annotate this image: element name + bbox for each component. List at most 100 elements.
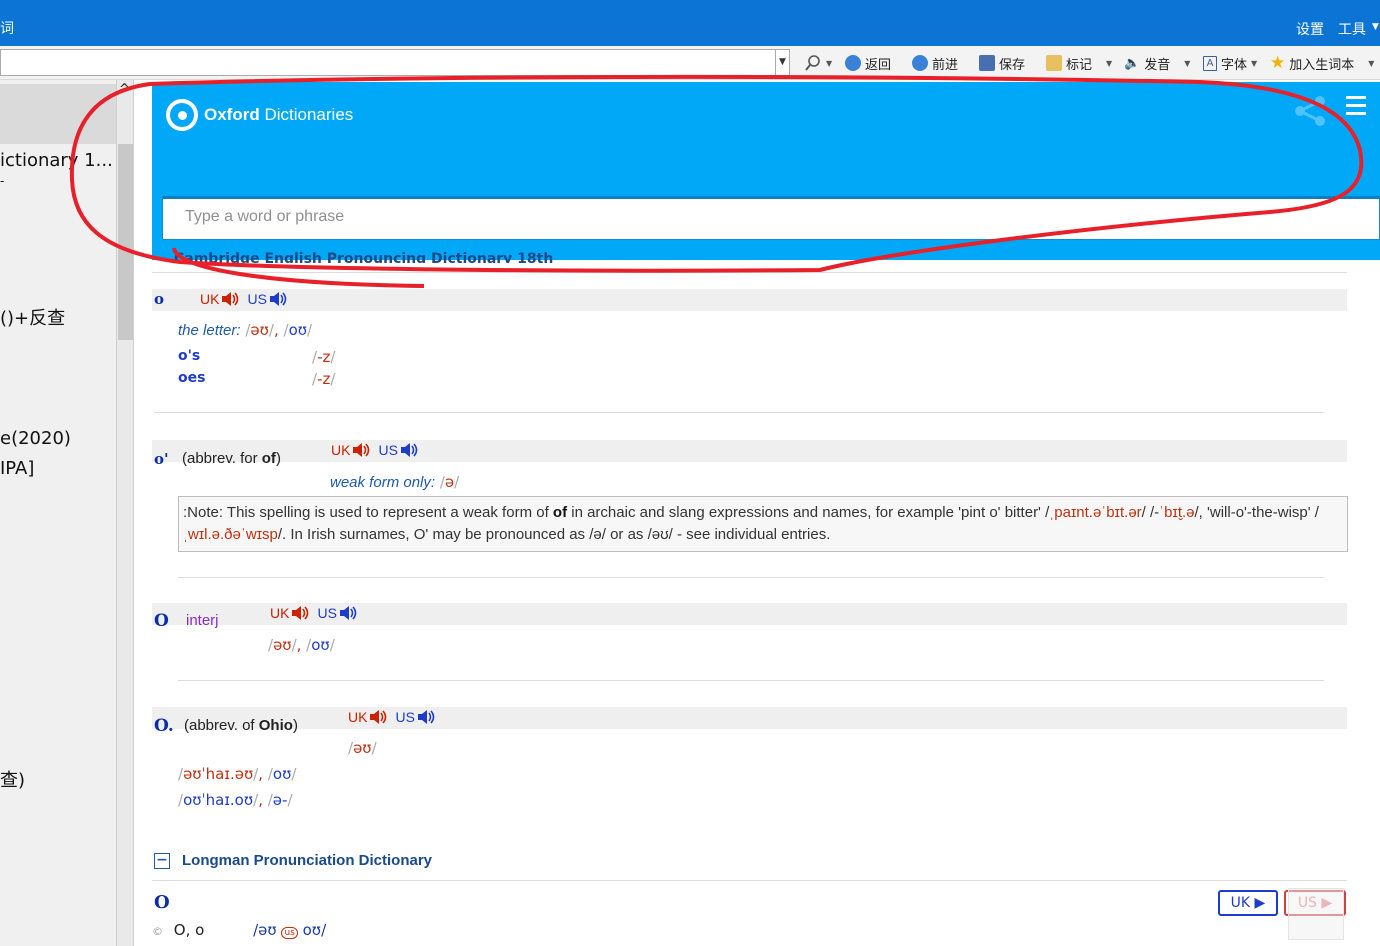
us-ipa: oʊ xyxy=(288,321,308,339)
search-button[interactable]: ▼ xyxy=(804,53,832,73)
dictionary-item[interactable]: 查) xyxy=(0,766,25,792)
mark-label: 标记 xyxy=(1066,57,1093,73)
lpd-section-header[interactable]: − Longman Pronunciation Dictionary xyxy=(154,852,432,869)
inflection-ipa: /-z/ xyxy=(312,348,336,366)
list-scrollbar[interactable]: ^ xyxy=(116,80,134,946)
search-icon xyxy=(805,55,820,71)
scrollbar-thumb[interactable] xyxy=(118,144,133,340)
share-icon[interactable] xyxy=(1294,96,1328,126)
uk-ipa: əʊ xyxy=(353,739,372,757)
oxford-search-input[interactable]: Type a word or phrase xyxy=(162,196,1380,240)
dictionary-item[interactable]: ictionary 1... xyxy=(0,150,113,171)
uk-label: UK xyxy=(348,709,368,725)
ipa-label: the letter: xyxy=(178,322,241,339)
divider xyxy=(152,272,1347,273)
abbreviation-note: (abbrev. for of) xyxy=(182,450,281,467)
star-icon: ★ xyxy=(1270,53,1286,73)
chevron-down-icon[interactable]: ▼ xyxy=(775,50,789,75)
copyright-icon: © xyxy=(152,925,163,938)
pronunciation-buttons: UK US xyxy=(200,291,287,307)
mark-icon xyxy=(1046,55,1062,71)
speaker-icon[interactable] xyxy=(269,291,287,307)
speaker-icon: 🔈 xyxy=(1124,55,1141,71)
dictionary-list-selection xyxy=(0,84,116,144)
ipa-label: weak form only: xyxy=(330,474,436,491)
us-badge: us xyxy=(281,927,298,939)
lpd-ipa: /əʊ us oʊ/ xyxy=(253,921,327,939)
dictionary-item[interactable]: IPA] xyxy=(0,458,34,479)
entry-ipa: /oʊˈhaɪ.oʊ/, /ə-/ xyxy=(178,791,293,809)
speaker-icon[interactable] xyxy=(400,442,418,458)
scroll-top-button[interactable] xyxy=(1288,888,1344,940)
speaker-icon[interactable] xyxy=(291,605,309,621)
us-label: US xyxy=(317,605,337,621)
font-button[interactable]: A 字体 ▼ xyxy=(1203,53,1257,73)
pronunciation-buttons: UK US xyxy=(348,709,435,725)
oxford-header: Oxford Dictionaries Type a word or phras… xyxy=(152,82,1380,260)
play-uk-button[interactable]: UK ▶ xyxy=(1218,890,1278,916)
oxford-logo[interactable]: Oxford Dictionaries xyxy=(166,99,353,131)
divider xyxy=(178,680,1324,681)
save-icon xyxy=(979,55,995,71)
speaker-icon[interactable] xyxy=(369,709,387,725)
lpd-title: Longman Pronunciation Dictionary xyxy=(182,852,433,869)
collapse-icon[interactable]: − xyxy=(154,852,170,869)
uk-ipa: ə xyxy=(444,473,455,491)
save-label: 保存 xyxy=(999,57,1026,73)
toolbar: ▼ ▼ 返回 前进 保存 标记 ▼ 🔈 发音 ▼ A 字体 ▼ ★ 加入生词本 … xyxy=(0,46,1380,80)
forward-icon xyxy=(912,55,928,71)
entry-ipa: /əʊ/ xyxy=(348,739,377,757)
uk-ipa: əʊ xyxy=(250,321,269,339)
oxford-logo-icon xyxy=(166,99,198,131)
mark-button[interactable]: 标记 ▼ xyxy=(1046,53,1112,73)
entry-ipa: weak form only: /ə/ xyxy=(330,473,460,491)
divider xyxy=(178,577,1324,578)
speak-label: 发音 xyxy=(1144,57,1171,73)
us-label: US xyxy=(395,709,415,725)
usage-note: :Note: This spelling is used to represen… xyxy=(178,496,1348,552)
uk-ipa: əʊ xyxy=(273,636,292,654)
dictionary-item[interactable]: - xyxy=(0,174,4,188)
forward-label: 前进 xyxy=(932,57,959,73)
inflection-form: oes xyxy=(178,370,206,386)
lpd-forms: O, o xyxy=(173,921,205,939)
entry-ipa: the letter: /əʊ/, /oʊ/ xyxy=(178,321,313,339)
back-icon xyxy=(845,55,861,71)
us-label: US xyxy=(378,442,398,458)
menu-settings[interactable]: 设置 xyxy=(1296,19,1324,39)
font-label: 字体 xyxy=(1221,57,1248,73)
headword: o' xyxy=(154,450,169,468)
us-ipa: oʊ xyxy=(311,636,330,654)
entry-band xyxy=(152,707,1347,729)
title-text: 词 xyxy=(0,21,14,37)
dictionary-item[interactable]: e(2020) xyxy=(0,428,71,449)
speak-button[interactable]: 🔈 发音 ▼ xyxy=(1124,53,1190,73)
search-input[interactable]: ▼ xyxy=(0,49,790,76)
part-of-speech: interj xyxy=(186,612,219,629)
divider xyxy=(152,880,1347,881)
headword: o xyxy=(154,290,165,308)
headword: O xyxy=(154,611,169,631)
abbreviation-note: (abbrev. of Ohio) xyxy=(184,717,298,734)
inflection-ipa: /-z/ xyxy=(312,370,336,388)
chevron-up-icon[interactable]: ^ xyxy=(119,82,130,97)
pronunciation-buttons: UK US xyxy=(270,605,357,621)
uk-label: UK xyxy=(200,291,220,307)
dictionary-item[interactable]: ()+反查 xyxy=(0,304,65,330)
save-button[interactable]: 保存 xyxy=(979,53,1025,73)
add-vocab-button[interactable]: ★ 加入生词本 ▼ xyxy=(1270,53,1374,73)
pronunciation-buttons: UK US xyxy=(331,442,418,458)
title-bar: 词 设置 工具 ▼ xyxy=(0,0,1380,46)
speaker-icon[interactable] xyxy=(339,605,357,621)
speaker-icon[interactable] xyxy=(221,291,239,307)
entry-ipa: /əʊ/, /oʊ/ xyxy=(268,636,335,654)
speaker-icon[interactable] xyxy=(352,442,370,458)
chevron-down-icon[interactable]: ▼ xyxy=(1372,22,1379,32)
font-icon: A xyxy=(1203,55,1217,71)
back-button[interactable]: 返回 xyxy=(845,53,891,73)
menu-tools[interactable]: 工具 xyxy=(1338,19,1366,39)
dictionary-content: Oxford Dictionaries Type a word or phras… xyxy=(134,80,1380,946)
menu-icon[interactable] xyxy=(1346,96,1366,120)
speaker-icon[interactable] xyxy=(417,709,435,725)
forward-button[interactable]: 前进 xyxy=(912,53,958,73)
